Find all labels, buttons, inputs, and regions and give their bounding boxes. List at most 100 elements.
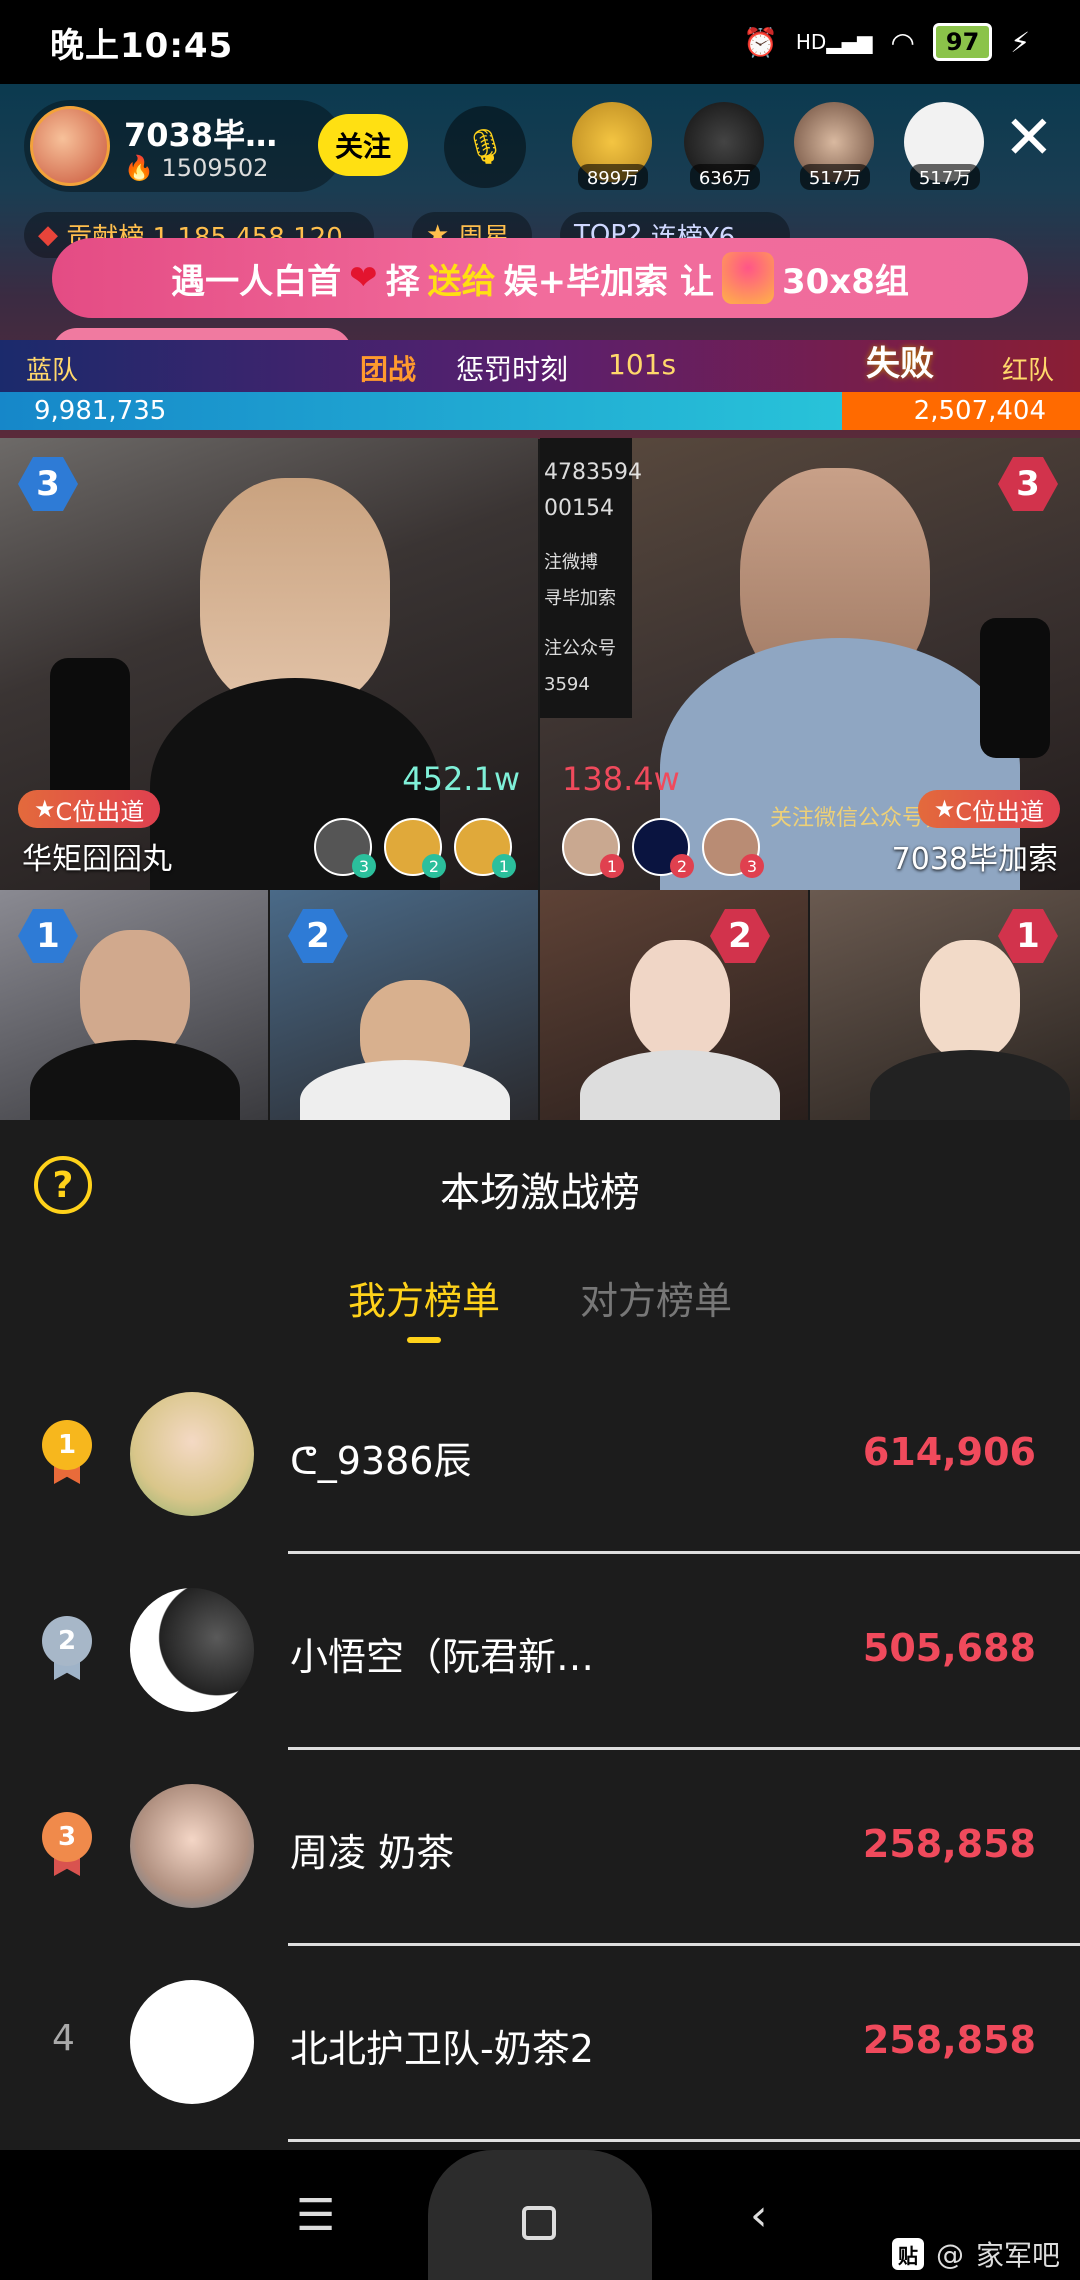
cake-gift-icon: [721, 252, 774, 304]
clock: 晚上10:45: [50, 25, 234, 66]
fan-rank: 2: [422, 854, 446, 878]
flame-icon: 🔥: [124, 154, 154, 182]
punishment-label: 惩罚时刻: [456, 353, 569, 386]
c-position-badge: ★ C位出道: [18, 790, 161, 828]
side-text: 3594: [544, 674, 590, 695]
fan-avatar[interactable]: 2: [384, 818, 446, 878]
anchor-body: [870, 1050, 1070, 1120]
fan-rank: 2: [670, 854, 694, 878]
anchor-name: 华矩囧囧丸: [22, 842, 172, 877]
anchor-body: [30, 1040, 240, 1120]
fan-avatar[interactable]: 1: [454, 818, 516, 878]
signal-icon: HD▂▄▆: [795, 30, 873, 54]
fan-rank: 1: [600, 854, 624, 878]
watermark-name: 家军吧: [975, 2239, 1060, 2272]
ranking-row[interactable]: 4 北北护卫队-奶茶2 258,858: [0, 1946, 1080, 2142]
result-badge: 失败: [866, 344, 934, 384]
hd-label: HD: [795, 30, 827, 54]
host-avatar[interactable]: [30, 106, 110, 186]
badge-text: C位出道: [55, 797, 145, 826]
diamond-icon: ◆: [38, 220, 58, 250]
side-text: 4783594: [544, 460, 642, 485]
gift-text-4: 娱+毕加索 让: [503, 261, 714, 302]
host-heat: 🔥 1509502: [124, 154, 268, 182]
viewer-avatar[interactable]: 517万: [904, 102, 984, 190]
gift-text-3: 送给: [427, 261, 496, 302]
countdown: 101s: [608, 348, 677, 381]
mic-link-button[interactable]: 🎙: [444, 106, 526, 188]
badge-text: C位出道: [955, 797, 1044, 826]
side-text: 注微搏: [544, 552, 598, 573]
anchor-tile-left[interactable]: 3 ★ C位出道 华矩囧囧丸 452.1w 3 2 1: [0, 438, 538, 890]
gift-text-2: 择: [385, 261, 420, 302]
side-text: 注公众号: [544, 638, 616, 659]
viewer-avatar[interactable]: 899万: [572, 102, 652, 190]
side-text: 寻毕加索: [544, 588, 616, 609]
side-info-panel: 4783594 00154 注微搏 寻毕加索 注公众号 3594: [540, 438, 642, 718]
red-team-label: 红队: [1001, 356, 1054, 386]
score-progress: 9,981,735 2,507,404: [0, 392, 1080, 430]
side-text: 00154: [544, 496, 614, 521]
anchor-score: 452.1w: [402, 760, 520, 798]
anchor-tile-right[interactable]: 4783594 00154 注微搏 寻毕加索 注公众号 3594 3 138.4…: [540, 438, 1080, 890]
team-battle-label: 团战: [360, 353, 417, 386]
blue-team-label: 蓝队: [26, 356, 79, 386]
silver-medal-icon: 2: [42, 1616, 92, 1680]
user-name: 北北护卫队-奶茶2: [290, 2027, 594, 2071]
viewer-avatar[interactable]: 517万: [794, 102, 874, 190]
anchor-name: 7038毕加索: [891, 842, 1058, 877]
fan-avatar[interactable]: 3: [314, 818, 376, 878]
rank-number: 3: [42, 1812, 92, 1862]
anchor-body: [580, 1050, 780, 1120]
fan-avatar[interactable]: 2: [632, 818, 694, 878]
close-icon[interactable]: ✕: [1004, 108, 1054, 168]
fan-rank: 1: [492, 854, 516, 878]
viewer-avatar[interactable]: 636万: [684, 102, 764, 190]
gift-text-1: 遇一人白首: [171, 261, 342, 302]
menu-icon[interactable]: ☰: [296, 2190, 335, 2241]
fan-avatar[interactable]: 1: [562, 818, 624, 878]
user-name: 周凌 奶茶: [290, 1831, 455, 1875]
anchor-tile-small[interactable]: 1: [810, 890, 1080, 1120]
tieba-logo: 贴: [891, 2238, 924, 2270]
user-name: ᕦ_9386辰: [290, 1439, 472, 1483]
status-icons: ⏰ HD▂▄▆ ◠ 97 ⚡: [743, 23, 1030, 61]
blue-score: 9,981,735: [34, 396, 167, 426]
red-score: 2,507,404: [913, 396, 1046, 426]
ranking-tabs: 我方榜单 对方榜单: [0, 1270, 1080, 1343]
ranking-row[interactable]: 3 周凌 奶茶 258,858: [0, 1750, 1080, 1946]
tab-our-ranking[interactable]: 我方榜单: [348, 1270, 500, 1343]
host-name: 7038毕…: [124, 116, 278, 154]
back-icon[interactable]: ‹: [750, 2190, 768, 2241]
host-info[interactable]: 7038毕… 🔥 1509502: [24, 100, 344, 192]
anchor-tile-small[interactable]: 1: [0, 890, 268, 1120]
rank-badge: 1: [18, 909, 78, 963]
navigation-bar: ☰ ‹ 贴 @ 家军吧: [0, 2150, 1080, 2280]
contribution-score: 258,858: [862, 2018, 1036, 2062]
fan-avatar[interactable]: 3: [702, 818, 764, 878]
gift-banner[interactable]: 遇一人白首 ❤ 择 送给 娱+毕加索 让 30x8组: [52, 238, 1028, 318]
anchor-tile-small[interactable]: 2: [270, 890, 538, 1120]
rank-number: 4: [52, 2018, 75, 2059]
rank-badge: 3: [998, 457, 1058, 511]
viewer-count: 899万: [578, 164, 648, 190]
avatar[interactable]: [130, 1784, 254, 1908]
viewer-count: 517万: [910, 164, 980, 190]
status-bar: 晚上10:45 ⏰ HD▂▄▆ ◠ 97 ⚡: [0, 0, 1080, 84]
tab-opponent-ranking[interactable]: 对方榜单: [580, 1270, 732, 1339]
rank-badge: 2: [710, 909, 770, 963]
anchor-tile-small[interactable]: 2: [540, 890, 808, 1120]
anchor-body: [300, 1060, 510, 1120]
follow-button[interactable]: 关注: [318, 114, 408, 176]
avatar[interactable]: [130, 1980, 254, 2104]
contribution-score: 505,688: [862, 1626, 1036, 1670]
ranking-row[interactable]: 1 ᕦ_9386辰 614,906: [0, 1358, 1080, 1554]
avatar[interactable]: [130, 1392, 254, 1516]
sheet-title: 本场激战榜: [440, 1170, 640, 1216]
ranking-row[interactable]: 2 小悟空（阮君新… 505,688: [0, 1554, 1080, 1750]
microphone-icon: [980, 618, 1050, 758]
alarm-icon: ⏰: [743, 25, 778, 59]
avatar[interactable]: [130, 1588, 254, 1712]
rank-badge: 2: [288, 909, 348, 963]
heart-icon: ❤: [349, 258, 378, 298]
